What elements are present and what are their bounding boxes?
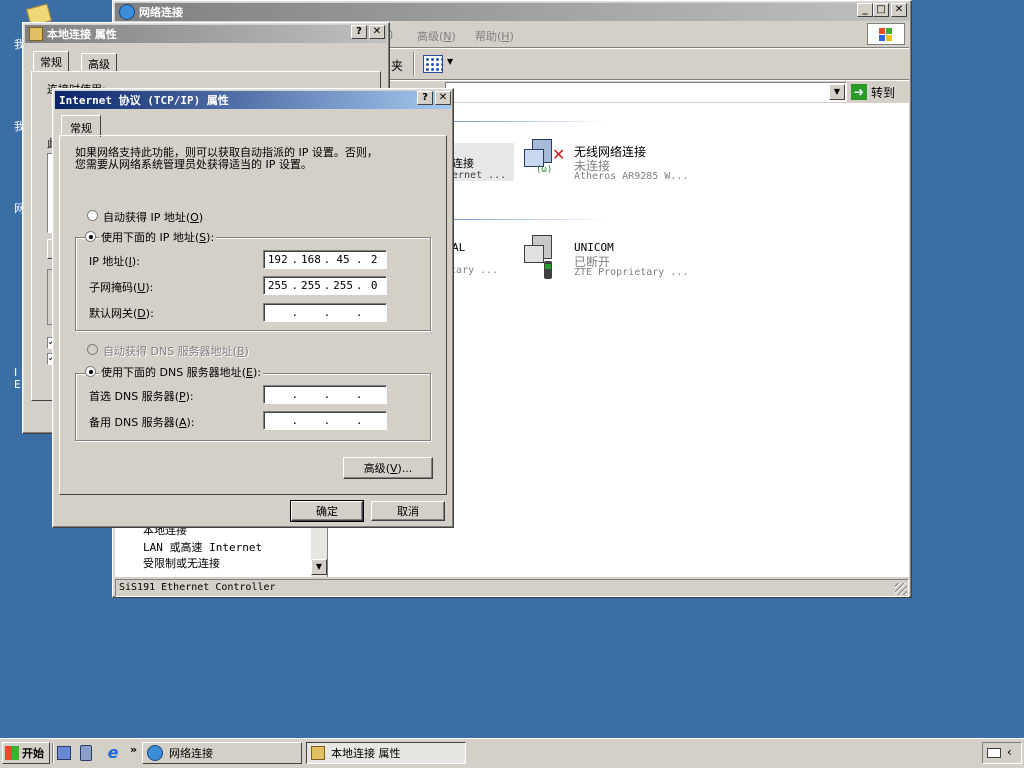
views-icon	[423, 55, 443, 73]
task-network-connections[interactable]: 网络连接	[142, 742, 302, 764]
local-props-title: 本地连接 属性	[47, 28, 117, 41]
toolbar-folders-tail[interactable]: 夹	[391, 57, 403, 74]
local-props-titlebar: 本地连接 属性	[25, 25, 387, 43]
subnet-mask-input[interactable]: 255. 255. 255. 0	[263, 276, 387, 295]
wireless-device: Atheros AR9285 W...	[574, 171, 689, 182]
advanced-button[interactable]: 高级(V)...	[343, 457, 433, 479]
views-button[interactable]: ▼	[421, 53, 457, 75]
default-gateway-label: 默认网关(D):	[89, 307, 154, 320]
unicom-device: ZTE Proprietary ...	[574, 267, 689, 278]
tcpip-close-button[interactable]: ✕	[435, 91, 451, 105]
ip-address-input[interactable]: 192. 168. 45. 2	[263, 250, 387, 269]
desktop-icon-label-5: E	[14, 378, 21, 391]
local-props-close-button[interactable]: ✕	[369, 25, 385, 39]
partial-conn-1-name: 连接	[452, 157, 474, 170]
cancel-button[interactable]: 取消	[371, 501, 445, 521]
close-button[interactable]: ✕	[891, 3, 907, 17]
unicom-connection-item[interactable]: UNICOM 已断开 ZTE Proprietary ...	[520, 235, 720, 285]
start-button[interactable]: 开始	[2, 742, 50, 764]
manual-dns-label: 使用下面的 DNS 服务器地址(E):	[99, 364, 263, 380]
wireless-connection-item[interactable]: (ω) ✕ 无线网络连接 未连接 Atheros AR9285 W...	[520, 139, 720, 187]
menu-help[interactable]: 帮助(H)	[475, 28, 514, 44]
auto-dns-label: 自动获得 DNS 服务器地址(B)	[103, 345, 249, 358]
taskbar: 开始 e » 网络连接 本地连接 属性 ‹	[0, 738, 1024, 768]
local-conn-icon	[29, 27, 43, 41]
toolbar-sep	[413, 52, 415, 76]
local-props-help-button[interactable]: ?	[351, 25, 367, 39]
auto-ip-label: 自动获得 IP 地址(O)	[103, 211, 204, 224]
tcpip-properties-dialog: Internet 协议 (TCP/IP) 属性 ? ✕ 常规 如果网络支持此功能…	[52, 88, 454, 528]
side-item-lan[interactable]: LAN 或高速 Internet	[143, 539, 262, 555]
windows-flag-icon	[5, 746, 19, 760]
manual-ip-label: 使用下面的 IP 地址(S):	[99, 229, 217, 245]
alternate-dns-label: 备用 DNS 服务器(A):	[89, 416, 195, 429]
ok-button[interactable]: 确定	[290, 500, 364, 522]
tab-general[interactable]: 常规	[33, 51, 69, 71]
dialup-computer-icon	[524, 235, 558, 283]
show-desktop-icon[interactable]	[57, 746, 71, 760]
side-item-limited[interactable]: 受限制或无连接	[143, 555, 220, 571]
alternate-dns-input[interactable]: . . .	[263, 411, 387, 430]
menu-advanced[interactable]: 高级(N)	[417, 28, 456, 44]
net-titlebar: 网络连接	[115, 3, 909, 21]
start-label: 开始	[22, 747, 44, 760]
default-gateway-input[interactable]: . . .	[263, 303, 387, 322]
net-window-title: 网络连接	[139, 6, 183, 19]
internet-explorer-icon[interactable]: e	[104, 744, 122, 762]
quicklaunch-chevron[interactable]: »	[130, 743, 137, 756]
disconnected-x-icon: ✕	[552, 145, 566, 164]
network-computer-icon: (ω)	[524, 139, 554, 179]
preferred-dns-label: 首选 DNS 服务器(P):	[89, 390, 194, 403]
ip-address-label: IP 地址(I):	[89, 255, 140, 268]
manual-dns-group	[75, 373, 431, 441]
subnet-mask-label: 子网掩码(U):	[89, 281, 154, 294]
tab-advanced[interactable]: 高级	[81, 53, 117, 71]
partial-conn-1-device: ernet ...	[452, 170, 507, 181]
go-label: 转到	[871, 85, 896, 100]
wireless-signal-icon: (ω)	[536, 165, 553, 175]
status-text: SiS191 Ethernet Controller	[119, 582, 276, 593]
keyboard-icon[interactable]	[987, 748, 1001, 758]
local-conn-task-icon	[311, 746, 325, 760]
go-button[interactable]: ➜ 转到	[851, 82, 907, 102]
go-arrow-icon: ➜	[851, 84, 867, 100]
address-input[interactable]	[445, 82, 847, 102]
resize-grip-icon[interactable]	[895, 583, 907, 595]
quicklaunch-sep	[52, 743, 54, 763]
maximize-button[interactable]: □	[873, 3, 889, 17]
network-icon	[119, 4, 135, 20]
preferred-dns-input[interactable]: . . .	[263, 385, 387, 404]
tcpip-title: Internet 协议 (TCP/IP) 属性	[59, 94, 229, 107]
status-bar: SiS191 Ethernet Controller	[115, 579, 909, 597]
windows-logo-icon	[867, 23, 905, 45]
auto-dns-radio[interactable]	[87, 344, 98, 355]
auto-ip-radio[interactable]	[87, 210, 98, 221]
network-task-icon	[147, 745, 163, 761]
task-local-connection-props[interactable]: 本地连接 属性	[306, 742, 466, 764]
tcpip-titlebar: Internet 协议 (TCP/IP) 属性	[55, 91, 451, 109]
server-manager-icon[interactable]	[80, 745, 92, 761]
scroll-down-button[interactable]: ▼	[311, 559, 327, 575]
chevron-down-icon: ▼	[447, 57, 454, 66]
address-dropdown-button[interactable]: ▼	[829, 84, 845, 100]
manual-ip-radio[interactable]	[85, 231, 96, 242]
manual-dns-radio[interactable]	[85, 366, 96, 377]
section-divider	[438, 121, 608, 122]
tray-expand-icon[interactable]: ‹	[1007, 745, 1012, 759]
section-divider-2	[438, 219, 608, 220]
system-tray: ‹	[982, 742, 1022, 764]
description-text: 如果网络支持此功能，则可以获取自动指派的 IP 设置。否则， 您需要从网络系统管…	[75, 146, 378, 171]
tcpip-help-button[interactable]: ?	[417, 91, 433, 105]
tab-general-tcpip[interactable]: 常规	[61, 115, 101, 137]
minimize-button[interactable]: _	[857, 3, 873, 17]
